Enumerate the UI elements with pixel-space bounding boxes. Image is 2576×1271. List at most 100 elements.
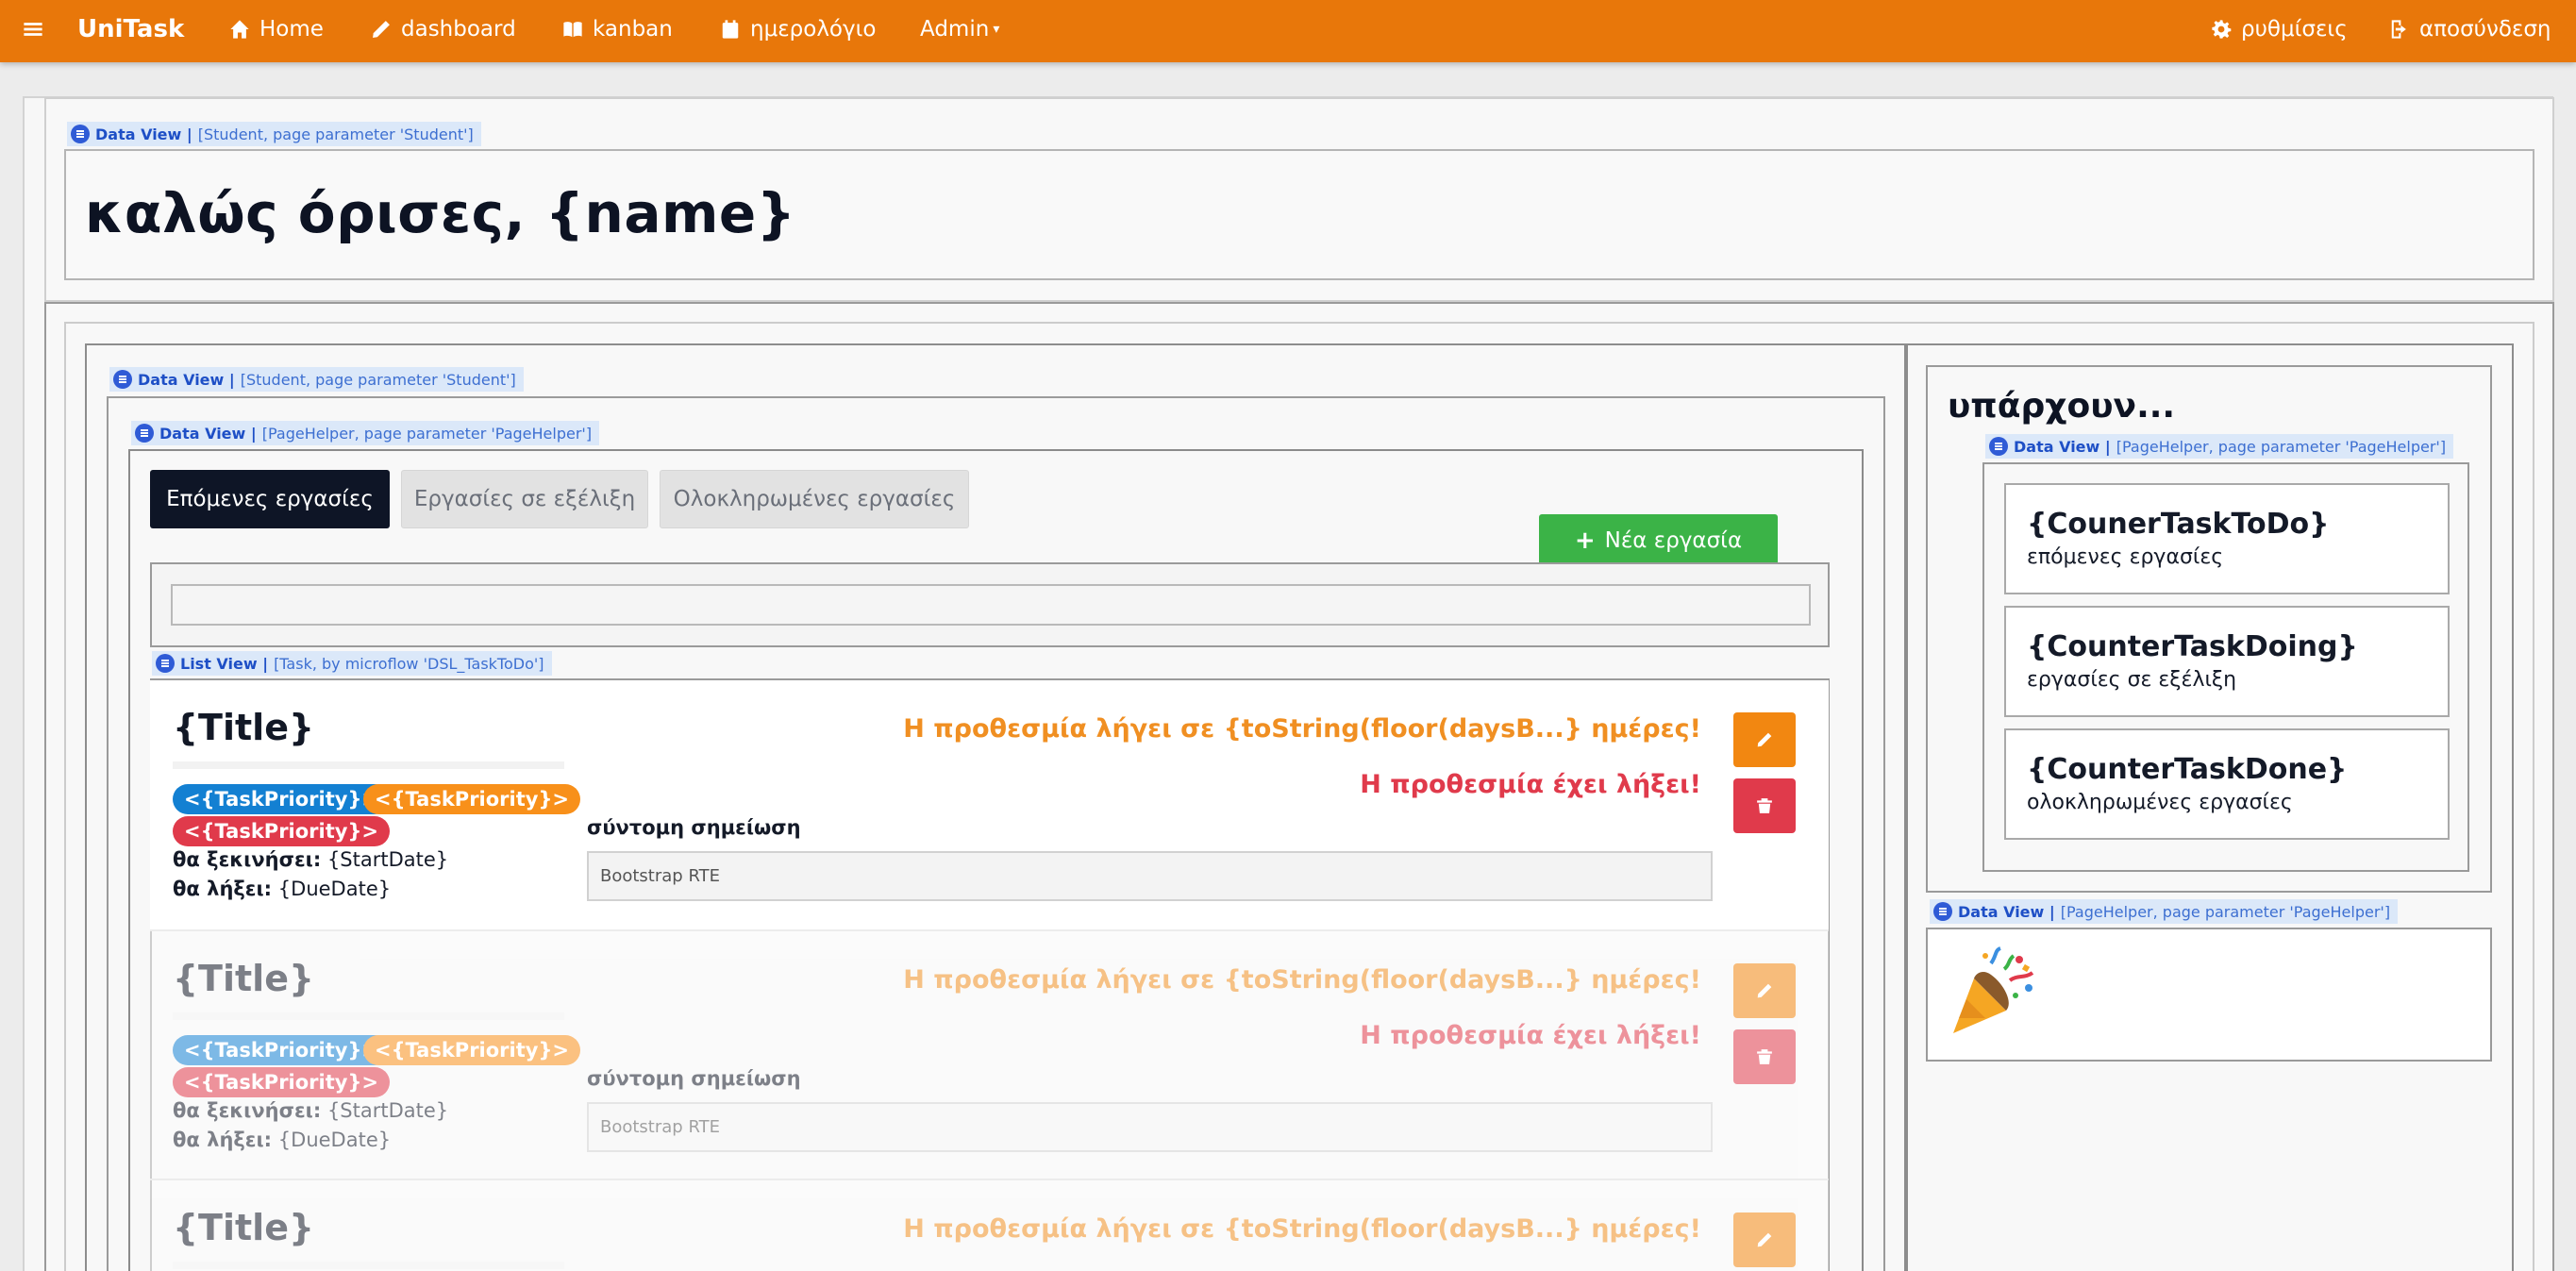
due-date-line: θα λήξει: {DueDate} bbox=[173, 878, 391, 900]
nav-kanban-label: kanban bbox=[593, 17, 673, 42]
title-underline bbox=[173, 1262, 564, 1269]
tab-completed[interactable]: Ολοκληρωμένες εργασίες bbox=[660, 470, 969, 528]
deadline-warning: Η προθεσμία λήγει σε {toString(floor(day… bbox=[903, 965, 1701, 995]
task-row[interactable]: {Title} <{TaskPriority}> <{TaskPriority}… bbox=[150, 680, 1829, 929]
delete-task-button[interactable] bbox=[1733, 778, 1796, 833]
priority-badge: <{TaskPriority}> bbox=[173, 1035, 391, 1065]
dataview-source: [PageHelper, page parameter 'PageHelper'… bbox=[261, 424, 593, 443]
edit-task-button[interactable] bbox=[1733, 963, 1796, 1018]
nav-home[interactable]: Home bbox=[229, 0, 324, 59]
edit-task-button[interactable] bbox=[1733, 712, 1796, 767]
dataview-icon bbox=[113, 370, 132, 389]
task-title: {Title} bbox=[173, 707, 315, 748]
counter-card-todo: {CounerTaskToDo} επόμενες εργασίες bbox=[2004, 483, 2450, 594]
dataview-kind: Data View | bbox=[138, 370, 235, 389]
due-date-value: {DueDate} bbox=[277, 1129, 392, 1151]
search-input[interactable] bbox=[171, 584, 1811, 626]
pencil-icon bbox=[1756, 982, 1773, 999]
pencil-icon bbox=[1756, 1231, 1773, 1248]
nav-logout[interactable]: αποσύνδεση bbox=[2389, 0, 2551, 59]
counter-todo-value: {CounerTaskToDo} bbox=[2027, 508, 2330, 541]
counter-done-text: ολοκληρωμένες εργασίες bbox=[2027, 791, 2293, 814]
party-popper-icon bbox=[1948, 946, 2038, 1037]
dataview-label-student: Data View | [Student, page parameter 'St… bbox=[67, 122, 481, 146]
dataview-icon bbox=[71, 125, 90, 143]
note-label: σύντομη σημείωση bbox=[587, 816, 801, 839]
tab-in-progress-label: Εργασίες σε εξέλιξη bbox=[413, 487, 636, 511]
priority-badge: <{TaskPriority}> bbox=[173, 784, 391, 814]
dataview-source: [Student, page parameter 'Student'] bbox=[240, 370, 516, 389]
nav-logout-label: αποσύνδεση bbox=[2419, 17, 2551, 42]
brand-link[interactable]: UniTask bbox=[77, 0, 184, 59]
book-icon bbox=[562, 19, 583, 40]
home-icon bbox=[229, 19, 250, 40]
new-task-button[interactable]: + Νέα εργασία bbox=[1539, 514, 1778, 567]
top-navbar: UniTask Home dashboard kanban ημερολόγιο… bbox=[0, 0, 2576, 62]
dataview-label-student-2: Data View | [Student, page parameter 'St… bbox=[109, 367, 524, 392]
start-date-line: θα ξεκινήσει: {StartDate} bbox=[173, 848, 448, 871]
tab-completed-label: Ολοκληρωμένες εργασίες bbox=[673, 487, 956, 511]
title-underline bbox=[173, 1012, 564, 1020]
note-editor[interactable]: Bootstrap RTE bbox=[587, 1102, 1713, 1152]
nav-kanban[interactable]: kanban bbox=[562, 0, 673, 59]
counter-todo-text: επόμενες εργασίες bbox=[2027, 545, 2224, 569]
plus-icon: + bbox=[1574, 527, 1596, 555]
counter-done-value: {CounterTaskDone} bbox=[2027, 753, 2348, 786]
listview-kind: List View | bbox=[180, 654, 269, 673]
due-date-value: {DueDate} bbox=[277, 878, 392, 900]
calendar-icon bbox=[720, 19, 741, 40]
note-editor[interactable]: Bootstrap RTE bbox=[587, 851, 1713, 901]
counter-card-doing: {CounterTaskDoing} εργασίες σε εξέλιξη bbox=[2004, 606, 2450, 717]
dataview-kind: Data View | bbox=[159, 424, 257, 443]
deadline-expired: Η προθεσμία έχει λήξει! bbox=[1360, 770, 1701, 799]
listview-source: [Task, by microflow 'DSL_TaskToDo'] bbox=[274, 654, 544, 673]
nav-settings[interactable]: ρυθμίσεις bbox=[2211, 0, 2348, 59]
dataview-source: [PageHelper, page parameter 'PageHelper'… bbox=[2060, 902, 2391, 921]
delete-task-button[interactable] bbox=[1733, 1029, 1796, 1084]
pencil-icon bbox=[371, 19, 392, 40]
nav-calendar[interactable]: ημερολόγιο bbox=[720, 0, 876, 59]
dataview-label-pagehelper: Data View | [PageHelper, page parameter … bbox=[131, 421, 600, 445]
nav-dashboard-label: dashboard bbox=[401, 17, 516, 42]
tab-upcoming-label: Επόμενες εργασίες bbox=[166, 487, 374, 511]
logout-icon bbox=[2389, 19, 2410, 40]
task-title: {Title} bbox=[173, 1207, 315, 1248]
tab-upcoming[interactable]: Επόμενες εργασίες bbox=[150, 470, 390, 528]
brand-name: UniTask bbox=[77, 15, 185, 43]
nav-admin-dropdown[interactable]: Admin ▾ bbox=[920, 0, 999, 59]
pencil-icon bbox=[1756, 731, 1773, 748]
start-date-value: {StartDate} bbox=[326, 848, 449, 871]
tab-in-progress[interactable]: Εργασίες σε εξέλιξη bbox=[401, 470, 648, 528]
dataview-icon bbox=[135, 424, 154, 443]
due-date-line: θα λήξει: {DueDate} bbox=[173, 1129, 391, 1151]
start-date-label: θα ξεκινήσει: bbox=[173, 1099, 322, 1122]
nav-calendar-label: ημερολόγιο bbox=[750, 17, 877, 42]
counter-doing-text: εργασίες σε εξέλιξη bbox=[2027, 668, 2237, 692]
dataview-label-pagehelper-2: Data View | [PageHelper, page parameter … bbox=[1985, 434, 2454, 459]
nav-settings-label: ρυθμίσεις bbox=[2241, 17, 2348, 42]
nav-dashboard[interactable]: dashboard bbox=[371, 0, 516, 59]
due-date-label: θα λήξει: bbox=[173, 878, 273, 900]
nav-home-label: Home bbox=[259, 17, 324, 42]
deadline-expired: Η προθεσμία έχει λήξει! bbox=[1360, 1021, 1701, 1050]
hamburger-menu-button[interactable] bbox=[23, 0, 43, 59]
dataview-kind: Data View | bbox=[2014, 437, 2111, 456]
edit-task-button[interactable] bbox=[1733, 1212, 1796, 1267]
task-row[interactable]: {Title} <{TaskPriority}> <{TaskPriority}… bbox=[150, 931, 1829, 1180]
task-row[interactable]: {Title} Η προθεσμία λήγει σε {toString(f… bbox=[150, 1180, 1829, 1271]
start-date-value: {StartDate} bbox=[326, 1099, 449, 1122]
dataview-source: [Student, page parameter 'Student'] bbox=[197, 125, 474, 143]
nav-admin-label: Admin bbox=[920, 17, 990, 42]
priority-badge: <{TaskPriority}> bbox=[173, 1067, 391, 1097]
new-task-label: Νέα εργασία bbox=[1604, 528, 1743, 553]
dataview-icon bbox=[1989, 437, 2008, 456]
dataview-label-pagehelper-3: Data View | [PageHelper, page parameter … bbox=[1930, 899, 2399, 924]
gear-icon bbox=[2211, 19, 2232, 40]
start-date-label: θα ξεκινήσει: bbox=[173, 848, 322, 871]
counter-card-done: {CounterTaskDone} ολοκληρωμένες εργασίες bbox=[2004, 728, 2450, 840]
dataview-source: [PageHelper, page parameter 'PageHelper'… bbox=[2116, 437, 2447, 456]
trash-icon bbox=[1756, 797, 1773, 814]
priority-badge: <{TaskPriority}> bbox=[363, 1035, 581, 1065]
hamburger-icon bbox=[23, 19, 43, 40]
caret-down-icon: ▾ bbox=[993, 22, 1000, 37]
